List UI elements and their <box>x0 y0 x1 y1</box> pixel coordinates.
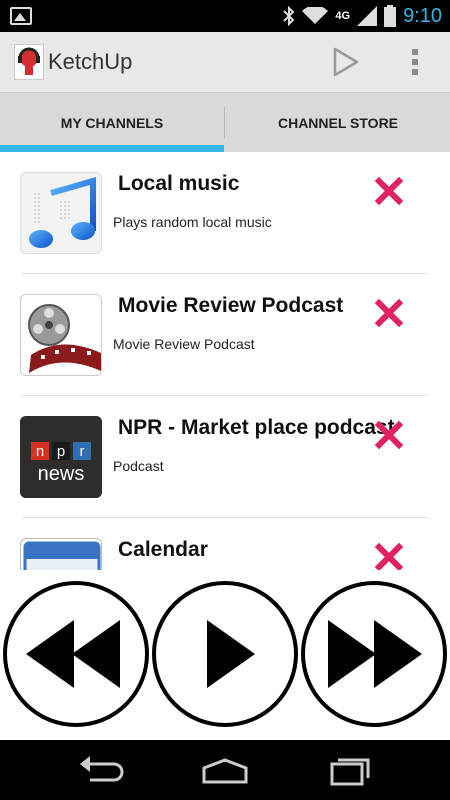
channel-title: Movie Review Podcast <box>118 294 344 317</box>
list-item[interactable]: Calendar <box>0 518 450 570</box>
delete-icon[interactable] <box>374 420 404 450</box>
svg-text:news: news <box>38 463 85 485</box>
channel-title: Local music <box>118 172 240 195</box>
tab-bar: MY CHANNELS CHANNEL STORE <box>0 92 450 152</box>
music-note-icon <box>20 172 102 254</box>
list-item[interactable]: Local music Plays random local music <box>0 152 450 274</box>
app-logo-icon[interactable] <box>14 44 44 80</box>
fast-forward-icon[interactable] <box>300 580 448 728</box>
playback-controls <box>0 570 450 740</box>
calendar-icon <box>20 538 102 570</box>
channel-title: Calendar <box>118 538 208 561</box>
delete-icon[interactable] <box>374 176 404 206</box>
battery-icon <box>384 5 397 27</box>
signal-icon <box>357 6 378 26</box>
svg-text:n: n <box>36 443 44 460</box>
delete-icon[interactable] <box>374 298 404 328</box>
tab-my-channels[interactable]: MY CHANNELS <box>0 93 224 153</box>
list-item[interactable]: n p r news NPR - Market place podcast Po… <box>0 396 450 518</box>
action-bar: KetchUp <box>0 32 450 92</box>
play-icon[interactable] <box>151 580 299 728</box>
npr-news-icon: n p r news <box>20 416 102 498</box>
svg-text:r: r <box>80 443 85 460</box>
channel-title: NPR - Market place podcast <box>118 416 395 439</box>
tab-indicator <box>0 145 224 152</box>
recent-apps-icon[interactable] <box>326 754 376 786</box>
home-icon[interactable] <box>200 754 250 786</box>
back-icon[interactable] <box>76 754 126 786</box>
tab-channel-store[interactable]: CHANNEL STORE <box>226 93 450 153</box>
list-item[interactable]: Movie Review Podcast Movie Review Podcas… <box>0 274 450 396</box>
svg-text:p: p <box>57 443 65 460</box>
overflow-menu-icon[interactable] <box>405 46 425 78</box>
network-type: 4G <box>335 10 351 22</box>
delete-icon[interactable] <box>374 542 404 570</box>
rewind-icon[interactable] <box>2 580 150 728</box>
clock: 9:10 <box>403 4 442 27</box>
channel-description: Plays random local music <box>113 214 272 230</box>
channel-list[interactable]: Local music Plays random local music Mov… <box>0 152 450 570</box>
tab-divider <box>224 107 225 139</box>
channel-description: Podcast <box>113 458 164 474</box>
bluetooth-icon <box>283 6 295 26</box>
film-reel-icon <box>20 294 102 376</box>
gallery-icon <box>10 7 32 25</box>
channel-description: Movie Review Podcast <box>113 336 255 352</box>
wifi-icon <box>302 7 329 24</box>
status-bar: 4G 9:10 <box>0 0 450 32</box>
navigation-bar <box>0 740 450 800</box>
app-title: KetchUp <box>48 49 133 74</box>
play-icon[interactable] <box>330 46 360 78</box>
